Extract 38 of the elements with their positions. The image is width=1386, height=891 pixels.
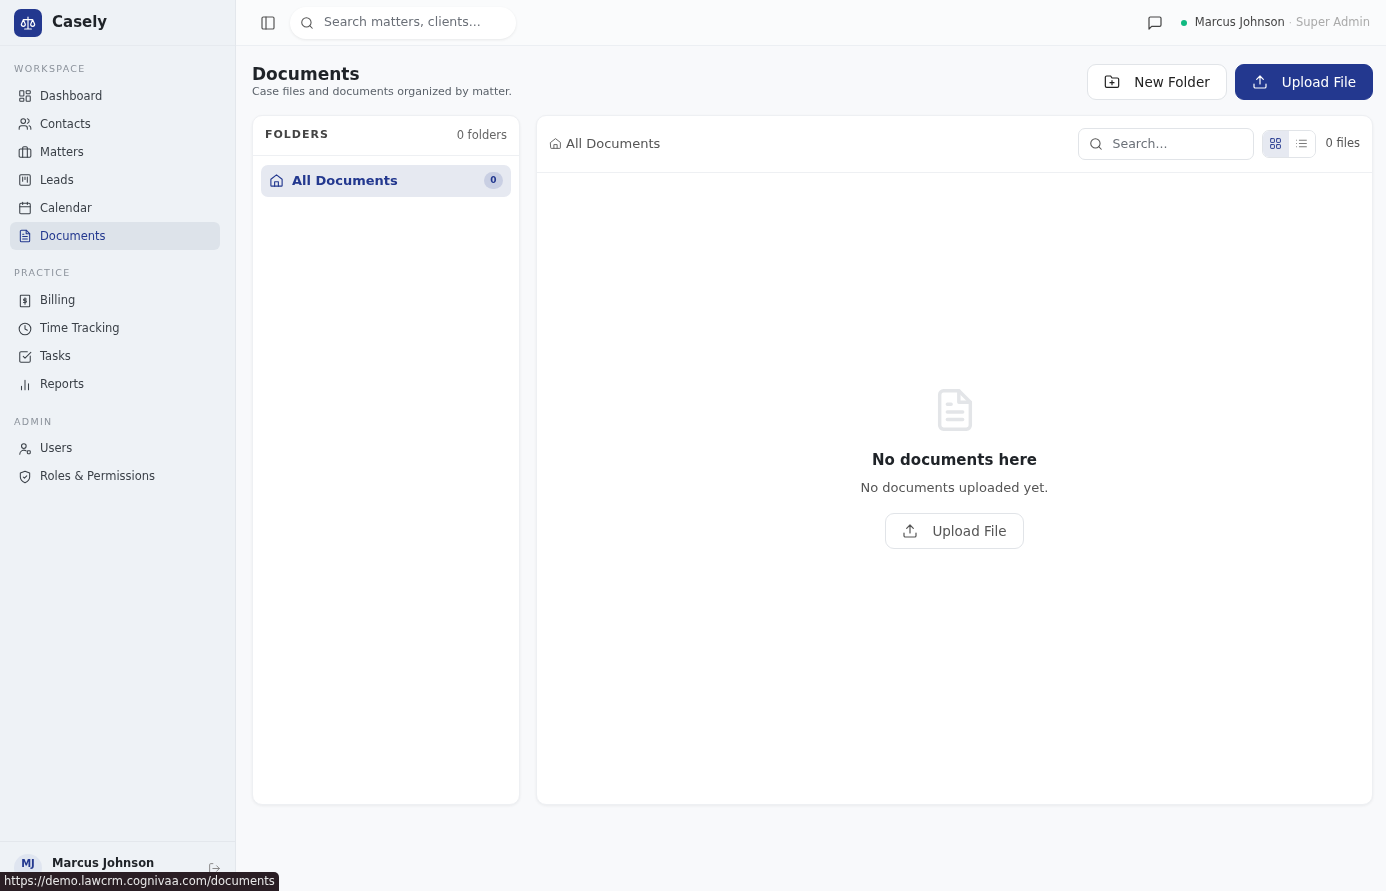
page-subtitle: Case files and documents organized by matter. xyxy=(252,84,512,101)
section-heading: PRACTICE xyxy=(13,266,72,281)
sidebar-item[interactable]: Users xyxy=(10,434,220,463)
app-name: Casely xyxy=(52,12,108,34)
breadcrumb: All Documents xyxy=(566,135,661,154)
sidebar-item[interactable]: Time Tracking xyxy=(10,314,220,343)
sidebar-item[interactable]: Calendar xyxy=(10,194,220,223)
sidebar-item[interactable]: Contacts xyxy=(10,110,220,139)
user-name: Marcus Johnson xyxy=(1194,13,1285,31)
separator: · xyxy=(1288,16,1292,30)
section-heading: ADMIN xyxy=(13,414,54,429)
search-field[interactable]: Search... xyxy=(1077,127,1254,160)
search-field[interactable]: Search matters, clients... xyxy=(290,6,516,39)
upload-button[interactable]: Upload File xyxy=(885,513,1024,550)
search-input[interactable]: Search matters, clients... xyxy=(322,12,506,33)
folder-item[interactable]: All Documents 0 xyxy=(261,164,511,197)
file-count: 0 files xyxy=(1325,135,1360,153)
sidebar-item[interactable]: Leads xyxy=(10,166,220,195)
empty-message: No documents uploaded yet. xyxy=(860,478,1049,497)
user-name: Marcus Johnson xyxy=(52,854,155,872)
sidebar-item[interactable]: Matters xyxy=(10,138,220,167)
search-input[interactable]: Search... xyxy=(1110,133,1243,155)
sidebar-item[interactable]: Tasks xyxy=(10,342,220,371)
upload-button[interactable]: Upload File xyxy=(1234,64,1373,100)
user-role: Super Admin xyxy=(1296,13,1370,31)
status-url: https://demo.lawcrm.cognivaa.com/documents xyxy=(0,871,279,891)
sidebar-item[interactable]: Billing xyxy=(10,286,220,315)
count-badge: 0 xyxy=(484,172,503,190)
panel-heading: FOLDERS xyxy=(265,127,329,144)
page-title: Documents xyxy=(252,64,361,85)
empty-title: No documents here xyxy=(872,450,1037,472)
sidebar-item[interactable]: Reports xyxy=(10,370,220,399)
new-folder-button[interactable]: New Folder xyxy=(1087,64,1227,100)
folder-count: 0 folders xyxy=(456,126,507,144)
sidebar-item[interactable]: Roles & Permissions xyxy=(10,462,220,491)
section-heading: WORKSPACE xyxy=(13,62,87,76)
sidebar-item[interactable]: Documents xyxy=(10,222,220,251)
sidebar-item[interactable]: Dashboard xyxy=(10,82,220,111)
